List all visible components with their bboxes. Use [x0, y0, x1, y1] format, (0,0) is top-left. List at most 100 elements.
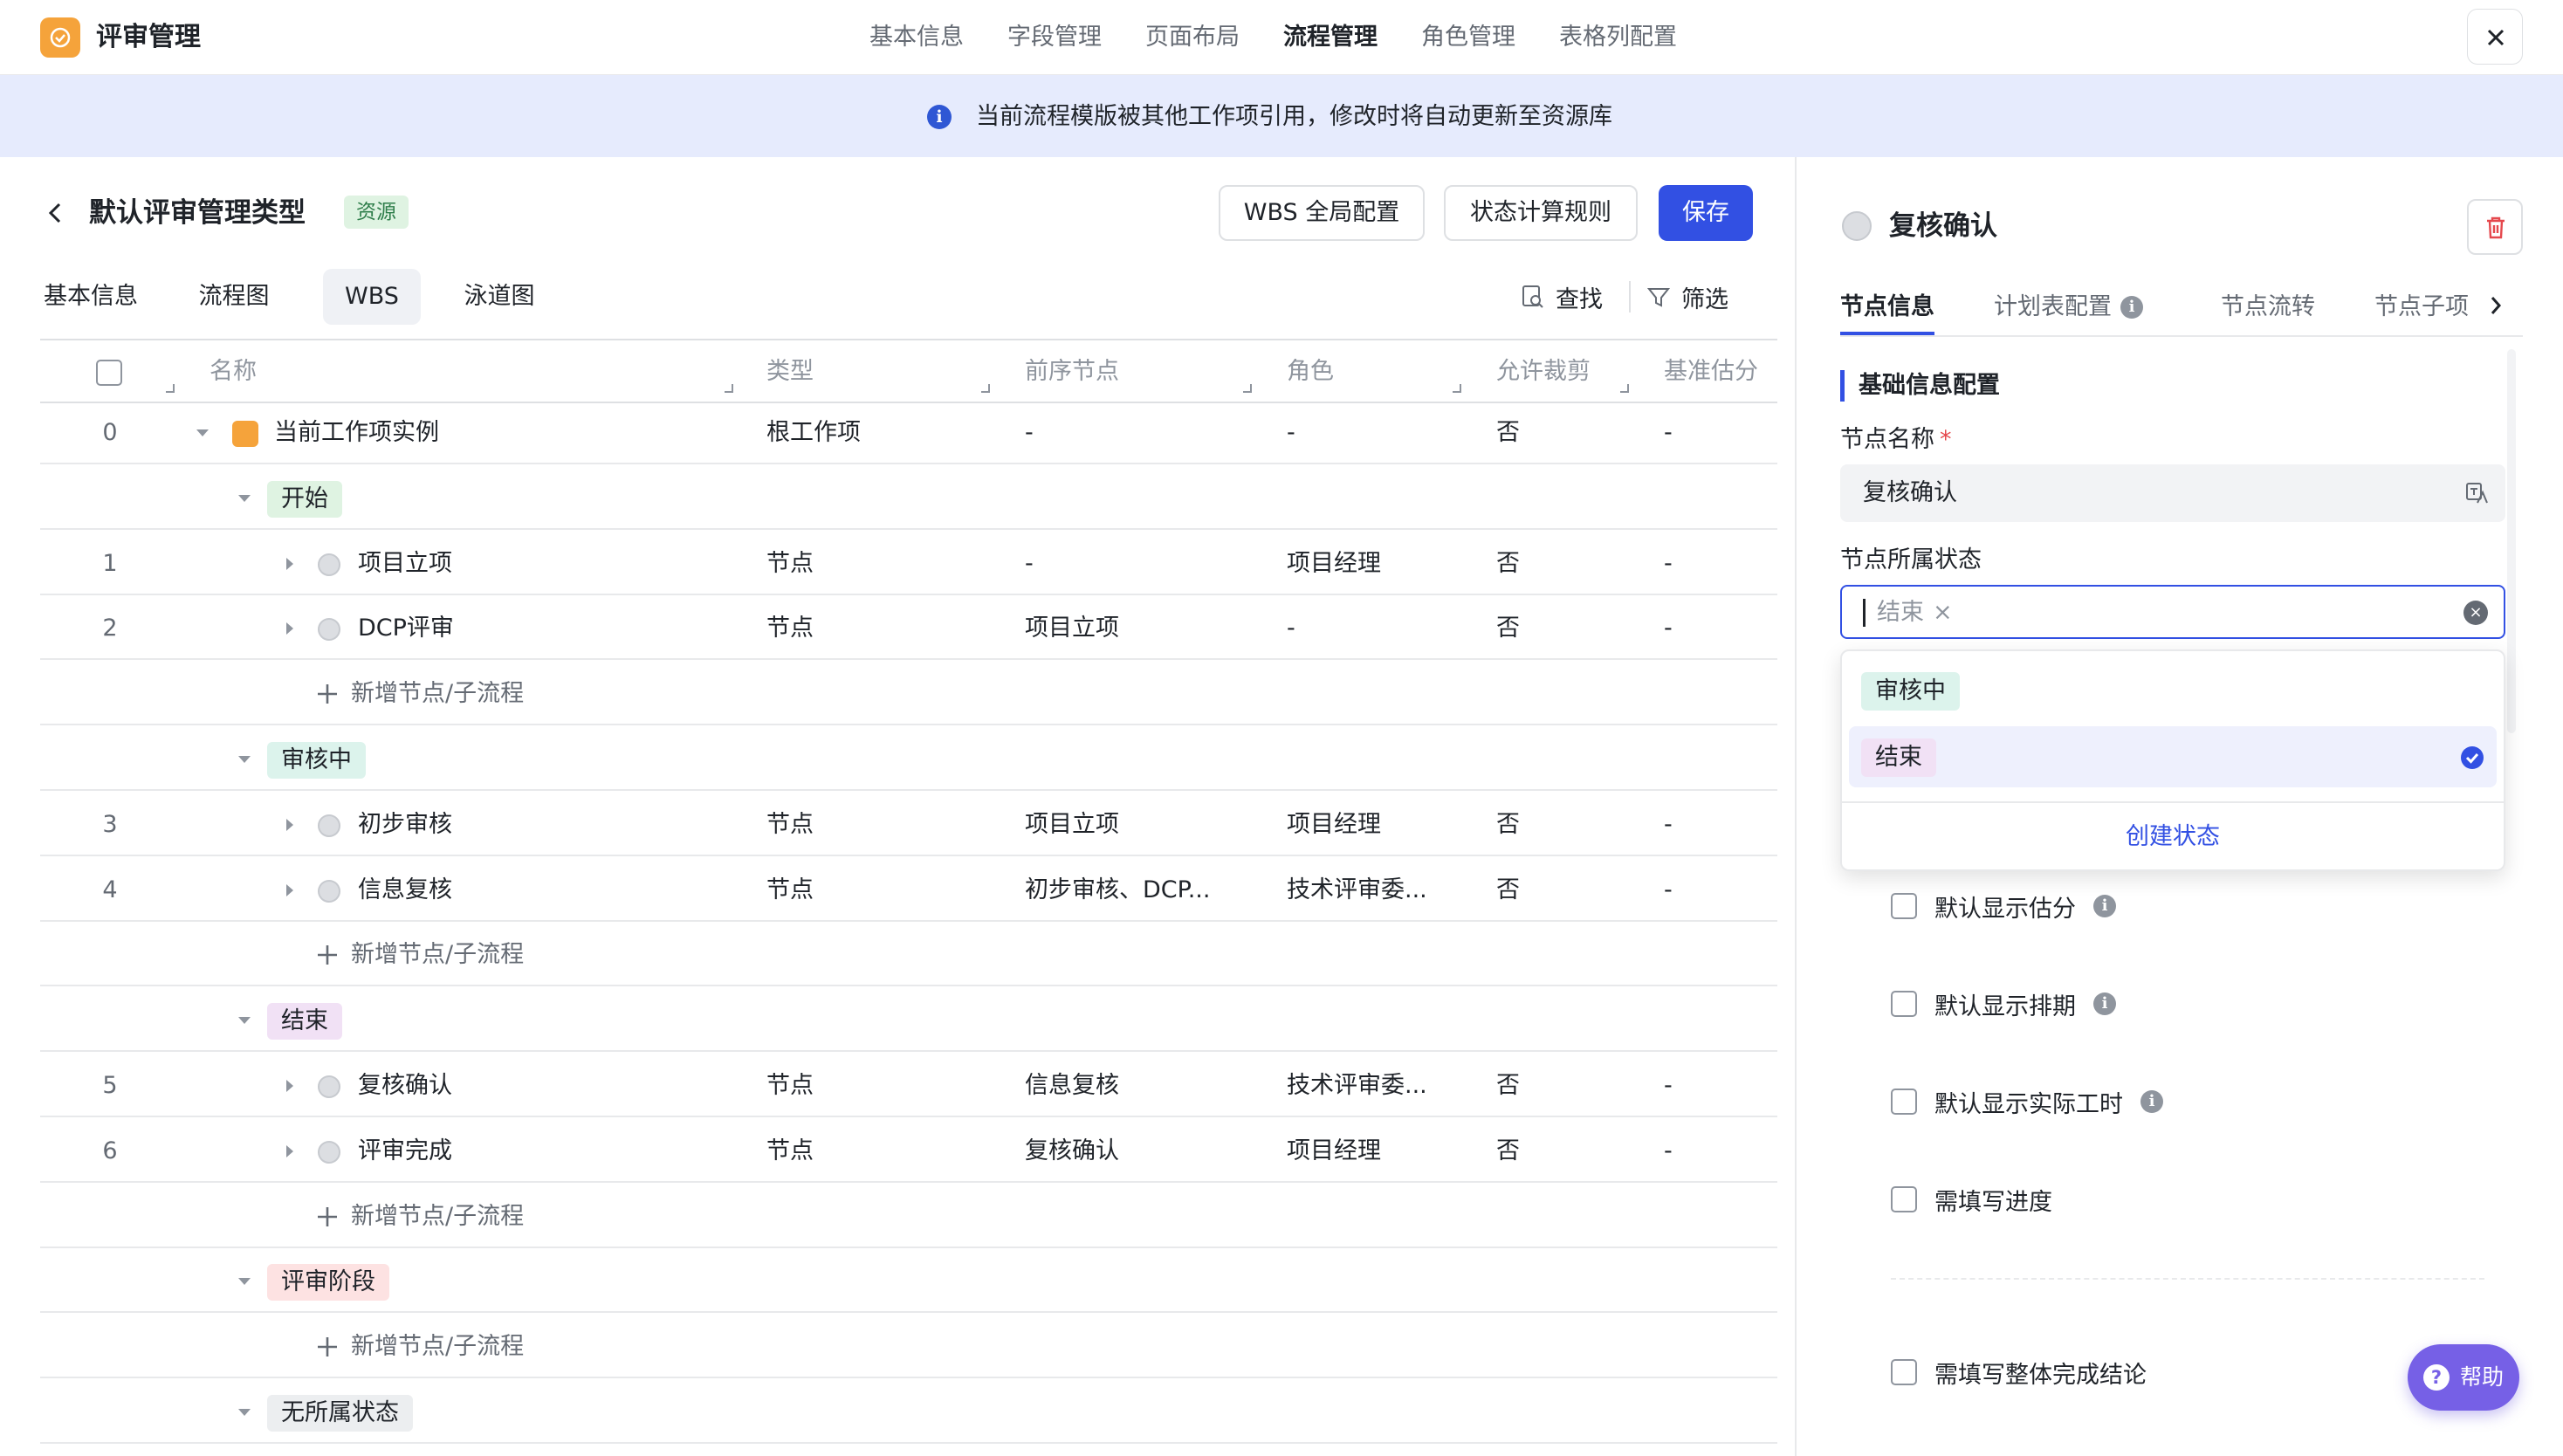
expand-toggle[interactable] — [281, 534, 299, 594]
top-nav-roles[interactable]: 角色管理 — [1421, 17, 1515, 58]
wbs-config-button[interactable]: WBS 全局配置 — [1219, 185, 1425, 241]
clear-icon[interactable]: × — [2463, 601, 2488, 625]
panel-tab-node-info[interactable]: 节点信息 — [1840, 286, 1934, 335]
node-status-select[interactable]: 结束 × × — [1840, 585, 2505, 639]
table-row[interactable]: 5 复核确认 节点 信息复核 技术评审委... 否 - — [40, 1056, 1777, 1117]
dropdown-option-reviewing[interactable]: 审核中 — [1849, 660, 2497, 721]
delete-node-button[interactable] — [2467, 199, 2523, 255]
add-node-row[interactable]: 新增节点/子流程 — [40, 925, 1777, 987]
caret-right-icon[interactable] — [281, 620, 299, 637]
back-arrow-icon[interactable] — [45, 199, 66, 227]
table-row[interactable]: 3 初步审核 节点 项目立项 项目经理 否 - — [40, 795, 1777, 856]
checkbox[interactable] — [1891, 991, 1917, 1017]
caret-right-icon[interactable] — [281, 1143, 299, 1160]
add-node-button[interactable]: 新增节点/子流程 — [316, 1317, 524, 1377]
select-all-checkbox[interactable] — [96, 360, 122, 386]
column-resize-handle[interactable] — [1620, 384, 1629, 393]
caret-right-icon[interactable] — [281, 555, 299, 573]
row-type: 节点 — [766, 876, 814, 903]
add-node-button[interactable]: 新增节点/子流程 — [316, 664, 524, 724]
top-nav-table-columns[interactable]: 表格列配置 — [1559, 17, 1677, 58]
help-label: 帮助 — [2459, 1364, 2504, 1390]
row-role: 技术评审委... — [1287, 876, 1427, 903]
table-row[interactable]: 6 评审完成 节点 复核确认 项目经理 否 - — [40, 1122, 1777, 1183]
panel-tab-subitems[interactable]: 节点子项 — [2374, 286, 2469, 335]
add-node-row[interactable]: 新增节点/子流程 — [40, 664, 1777, 726]
table-row[interactable]: 4 信息复核 节点 初步审核、DCP... 技术评审委... 否 - — [40, 861, 1777, 922]
caret-right-icon[interactable] — [281, 816, 299, 834]
top-nav-workflow[interactable]: 流程管理 — [1283, 17, 1378, 58]
column-resize-handle[interactable] — [725, 384, 733, 393]
caret-down-icon[interactable] — [236, 1404, 253, 1421]
status-rule-button[interactable]: 状态计算规则 — [1444, 185, 1638, 241]
expand-toggle[interactable] — [236, 469, 253, 528]
top-nav-layout[interactable]: 页面布局 — [1145, 17, 1240, 58]
expand-toggle[interactable] — [236, 730, 253, 789]
checkbox-row[interactable]: 需填写进度 — [1891, 1182, 2052, 1217]
status-group-row[interactable]: 评审阶段 — [40, 1252, 1777, 1314]
panel-tab-schedule[interactable]: 计划表配置 i — [1994, 286, 2143, 335]
find-button[interactable]: 查找 — [1521, 276, 1603, 318]
checkbox-row[interactable]: 需填写整体完成结论 — [1891, 1355, 2147, 1390]
checkbox[interactable] — [1891, 1359, 1917, 1385]
tab-wbs[interactable]: WBS — [323, 269, 421, 325]
table-row[interactable]: 2 DCP评审 节点 项目立项 - 否 - — [40, 599, 1777, 661]
expand-toggle[interactable] — [281, 1056, 299, 1116]
checkbox[interactable] — [1891, 893, 1917, 919]
caret-right-icon[interactable] — [281, 882, 299, 899]
table-row-root[interactable]: 0 当前工作项实例 根工作项 - - 否 - — [40, 403, 1777, 464]
expand-toggle[interactable] — [236, 991, 253, 1050]
caret-down-icon[interactable] — [236, 490, 253, 507]
add-node-row[interactable]: 新增节点/子流程 — [40, 1317, 1777, 1379]
column-resize-handle[interactable] — [166, 384, 175, 393]
top-nav-basic-info[interactable]: 基本信息 — [869, 17, 964, 58]
status-group-row[interactable]: 开始 — [40, 469, 1777, 530]
expand-toggle[interactable] — [281, 1122, 299, 1181]
checkbox-row[interactable]: 默认显示排期 i — [1891, 986, 2116, 1021]
expand-toggle[interactable] — [194, 403, 211, 463]
chip-remove-icon[interactable]: × — [1933, 595, 1953, 630]
status-group-tag: 审核中 — [267, 742, 366, 779]
checkbox-row[interactable]: 默认显示估分 i — [1891, 889, 2116, 924]
tab-swimlane[interactable]: 泳道图 — [450, 269, 548, 325]
save-button[interactable]: 保存 — [1659, 185, 1753, 241]
help-button[interactable]: ? 帮助 — [2408, 1344, 2519, 1411]
table-row[interactable]: 1 项目立项 节点 - 项目经理 否 - — [40, 534, 1777, 595]
add-node-button[interactable]: 新增节点/子流程 — [316, 925, 524, 985]
checkbox[interactable] — [1891, 1089, 1917, 1115]
column-resize-handle[interactable] — [981, 384, 990, 393]
text-caret — [1863, 599, 1866, 627]
expand-toggle[interactable] — [281, 599, 299, 658]
node-name-input[interactable]: 复核确认 — [1840, 464, 2505, 522]
panel-tab-transition[interactable]: 节点流转 — [2221, 286, 2315, 335]
checkbox[interactable] — [1891, 1186, 1917, 1212]
chevron-right-icon[interactable] — [2486, 293, 2505, 318]
column-resize-handle[interactable] — [1453, 384, 1461, 393]
status-group-row[interactable]: 审核中 — [40, 730, 1777, 791]
create-status-button[interactable]: 创建状态 — [1842, 805, 2504, 869]
tab-basic-info[interactable]: 基本信息 — [40, 269, 141, 325]
expand-toggle[interactable] — [281, 795, 299, 855]
status-group-row[interactable]: 结束 — [40, 991, 1777, 1053]
add-node-button[interactable]: 新增节点/子流程 — [316, 1187, 524, 1247]
panel-tab-label: 节点子项 — [2374, 293, 2469, 320]
filter-button[interactable]: 筛选 — [1646, 276, 1728, 318]
panel-scrollbar[interactable] — [2507, 349, 2516, 733]
translate-icon[interactable] — [2465, 482, 2488, 505]
caret-right-icon[interactable] — [281, 1077, 299, 1095]
add-node-row[interactable]: 新增节点/子流程 — [40, 1187, 1777, 1248]
checkbox-row[interactable]: 默认显示实际工时 i — [1891, 1084, 2163, 1119]
caret-down-icon[interactable] — [236, 1273, 253, 1290]
caret-down-icon[interactable] — [236, 1012, 253, 1029]
expand-toggle[interactable] — [236, 1383, 253, 1442]
close-button[interactable] — [2467, 9, 2523, 65]
caret-down-icon[interactable] — [194, 424, 211, 442]
expand-toggle[interactable] — [236, 1252, 253, 1311]
column-resize-handle[interactable] — [1243, 384, 1252, 393]
caret-down-icon[interactable] — [236, 751, 253, 768]
tab-flowchart[interactable]: 流程图 — [185, 269, 283, 325]
dropdown-option-end[interactable]: 结束 — [1849, 726, 2497, 787]
top-nav-fields[interactable]: 字段管理 — [1007, 17, 1102, 58]
status-group-row[interactable]: 无所属状态 — [40, 1383, 1777, 1444]
expand-toggle[interactable] — [281, 861, 299, 920]
